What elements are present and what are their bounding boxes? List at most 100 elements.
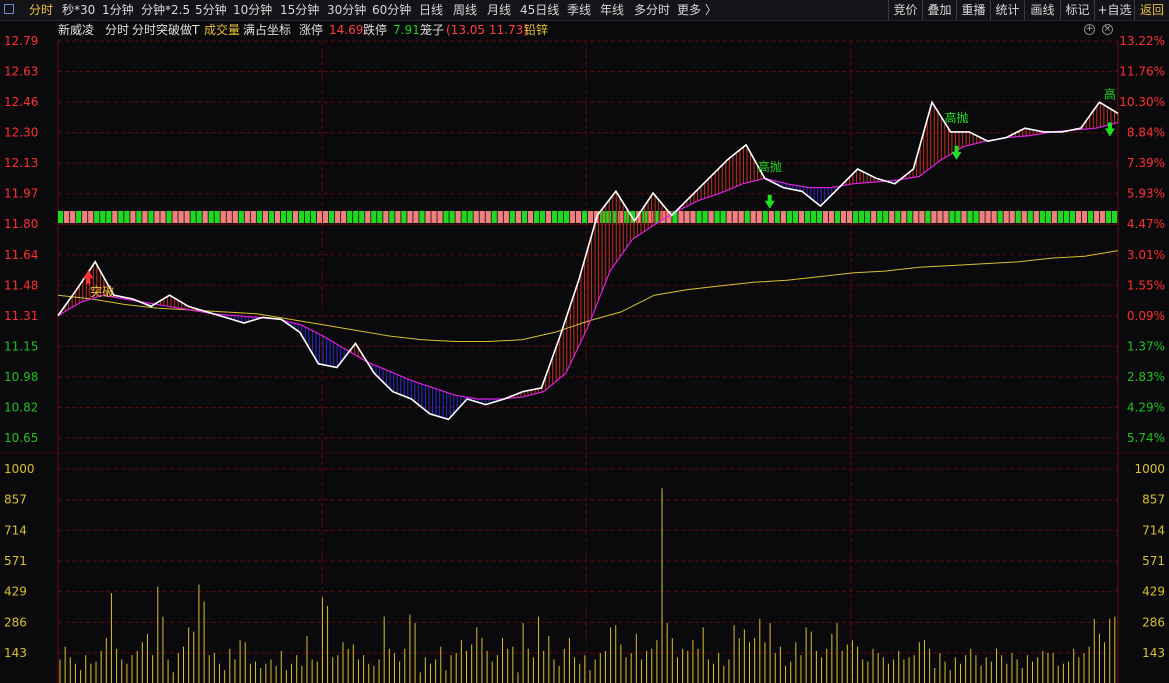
status-cell <box>865 211 871 223</box>
volume-tick-label-right: 429 <box>1142 585 1165 599</box>
status-cell <box>136 211 142 223</box>
status-cell <box>304 211 311 223</box>
percent-tick-label: 5.74% <box>1127 431 1165 445</box>
period-tab-13[interactable]: 季线 <box>567 0 591 20</box>
period-tab-11[interactable]: 月线 <box>487 0 511 20</box>
percent-tick-label: 5.93% <box>1127 187 1165 201</box>
status-cell <box>329 211 335 223</box>
status-cell <box>250 211 256 223</box>
status-cell <box>347 211 353 223</box>
toolbar-button-6[interactable]: +自选 <box>1094 0 1134 20</box>
chart-type-label[interactable]: 分时 <box>105 21 129 39</box>
volume-tick-label: 286 <box>4 615 27 629</box>
toolbar-button-7[interactable]: 返回 <box>1134 0 1169 20</box>
status-cell <box>509 211 515 223</box>
status-cell <box>732 211 738 223</box>
toolbar-button-4[interactable]: 画线 <box>1024 0 1060 20</box>
limit-up-label: 涨停 <box>299 23 324 37</box>
status-cell <box>744 211 750 223</box>
status-cell <box>630 211 636 223</box>
stock-name: 新威凌 <box>58 23 95 37</box>
status-cell <box>88 211 94 223</box>
period-tab-8[interactable]: 60分钟 <box>372 0 411 20</box>
period-tab-12[interactable]: 45日线 <box>520 0 559 20</box>
status-cell <box>1075 211 1082 223</box>
price-line <box>57 100 1119 421</box>
period-tab-2[interactable]: 1分钟 <box>102 0 134 20</box>
status-cell <box>112 211 118 223</box>
status-cell <box>654 211 660 223</box>
toolbar-button-0[interactable]: 竞价 <box>888 0 922 20</box>
percent-tick-label: 1.37% <box>1127 339 1165 353</box>
status-cell <box>1021 211 1027 223</box>
status-cell <box>365 211 371 223</box>
percent-tick-label: 7.39% <box>1127 156 1165 170</box>
indicator-name[interactable]: 分时突破做T <box>132 21 199 39</box>
status-cell <box>1045 211 1051 223</box>
status-cell <box>804 211 811 223</box>
status-cell <box>780 211 786 223</box>
period-tab-6[interactable]: 15分钟 <box>280 0 319 20</box>
volume-axis: 1000 1000 857 857 714 714 571 571 429 429 286 286 14… <box>4 462 1165 660</box>
period-tab-0[interactable]: 分时 <box>29 0 53 20</box>
period-tab-9[interactable]: 日线 <box>419 0 443 20</box>
status-cell <box>648 211 654 223</box>
percent-axis: 13.22%11.76%10.30%8.84%7.39%5.93%4.47%3.… <box>1119 34 1165 445</box>
intraday-chart: 突破高抛高抛高 12.7912.6312.4612.3012.1311.9711… <box>0 34 1169 683</box>
percent-tick-label: 4.29% <box>1127 400 1165 414</box>
status-cell <box>58 211 64 223</box>
status-cell <box>377 211 383 223</box>
toolbar-button-3[interactable]: 统计 <box>990 0 1024 20</box>
status-cell <box>600 211 606 223</box>
toolbar-button-2[interactable]: 重播 <box>956 0 990 20</box>
coord-mode-label[interactable]: 满占坐标 <box>243 21 291 39</box>
status-cell <box>1069 211 1076 223</box>
volume-indicator-label[interactable]: 成交量 <box>204 21 240 39</box>
status-cell <box>485 211 491 223</box>
status-cell <box>1099 211 1106 223</box>
period-tab-15[interactable]: 多分时 <box>634 0 670 20</box>
status-cell <box>413 211 419 223</box>
status-cell <box>1009 211 1015 223</box>
period-tab-10[interactable]: 周线 <box>453 0 477 20</box>
status-cell <box>624 211 630 223</box>
toolbar-button-1[interactable]: 叠加 <box>922 0 956 20</box>
period-tab-7[interactable]: 30分钟 <box>327 0 366 20</box>
period-tab-16[interactable]: 更多 〉 <box>677 0 717 20</box>
add-indicator-icon[interactable]: + <box>1084 24 1095 35</box>
status-cell <box>840 211 847 223</box>
period-tab-14[interactable]: 年线 <box>600 0 624 20</box>
status-cell <box>901 211 907 223</box>
status-cell <box>714 211 720 223</box>
status-cell <box>1105 211 1112 223</box>
status-cell <box>208 211 214 223</box>
status-cell <box>455 211 461 223</box>
price-tick-label: 11.15 <box>4 339 38 353</box>
period-tab-1[interactable]: 秒*30 <box>62 0 95 20</box>
status-cell <box>750 211 756 223</box>
sector-label[interactable]: 铅锌 <box>524 21 548 39</box>
status-cell <box>925 211 931 223</box>
toolbar-button-5[interactable]: 标记 <box>1060 0 1094 20</box>
limit-down-value: 7.91 <box>393 23 420 37</box>
close-panel-icon[interactable]: × <box>1102 24 1113 35</box>
status-cell <box>335 211 341 223</box>
status-cell <box>786 211 792 223</box>
percent-tick-label: 11.76% <box>1119 65 1165 79</box>
volume-tick-label-right: 286 <box>1142 615 1165 629</box>
status-cell <box>539 211 546 223</box>
volume-tick-label: 1000 <box>4 462 35 476</box>
status-cell <box>991 211 997 223</box>
status-cell <box>491 211 497 223</box>
status-cell <box>383 211 389 223</box>
period-tab-5[interactable]: 10分钟 <box>233 0 272 20</box>
status-cell <box>1003 211 1009 223</box>
period-tab-3[interactable]: 分钟*2.5 <box>141 0 190 20</box>
status-cell <box>612 211 618 223</box>
status-cell <box>154 211 160 223</box>
percent-tick-label: 8.84% <box>1127 126 1165 140</box>
status-cell <box>166 211 172 223</box>
status-cell <box>979 211 985 223</box>
period-tab-4[interactable]: 5分钟 <box>195 0 227 20</box>
status-cell <box>913 211 919 223</box>
